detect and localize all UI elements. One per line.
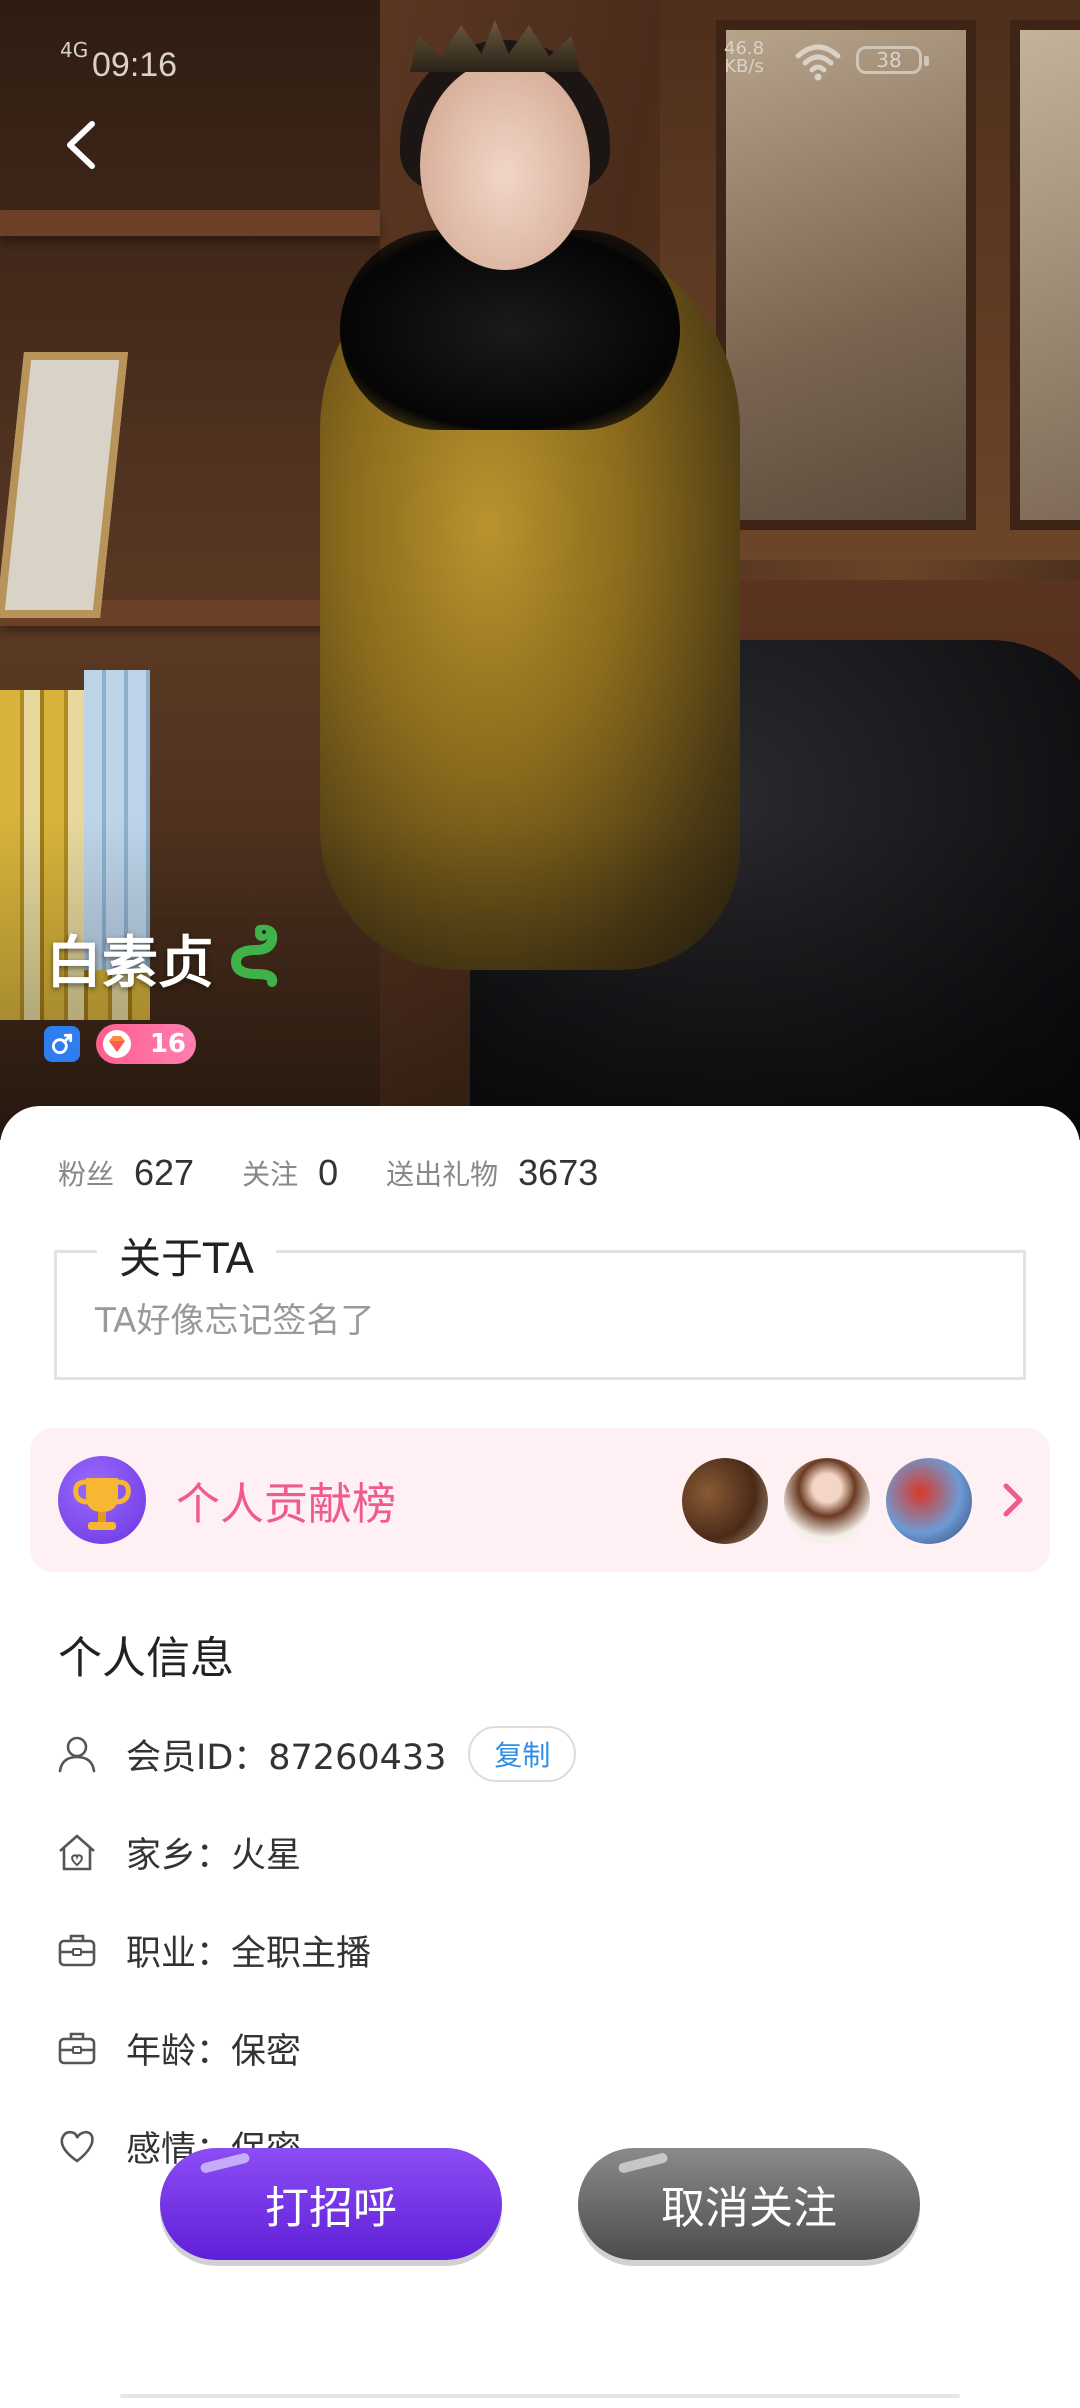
signature-text: TA好像忘记签名了	[95, 1301, 375, 1341]
gifts-sent-label: 送出礼物	[386, 1158, 499, 1191]
profile-stats: 粉丝 627 关注 0 送出礼物 3673	[58, 1148, 646, 1198]
heart-icon	[60, 2130, 94, 2163]
hometown-text: 家乡：火星	[126, 1835, 302, 1876]
job-text: 职业：全职主播	[126, 1933, 372, 1974]
back-arrow-icon[interactable]	[52, 110, 112, 180]
contributor-avatar[interactable]	[682, 1458, 768, 1544]
network-speed: 46.8 KB/s	[724, 40, 764, 76]
member-id-text: 会员ID：87260433	[126, 1737, 447, 1778]
fans-label[interactable]: 粉丝	[58, 1153, 114, 1193]
about-title: 关于TA	[97, 1225, 277, 1286]
greet-button[interactable]: 打招呼	[160, 2148, 502, 2260]
member-id-row: 会员ID：87260433 复制	[56, 1724, 577, 1784]
home-icon	[59, 1834, 95, 1871]
level-badge: 16	[96, 1024, 196, 1064]
status-bar: 4G 09:16 46.8 KB/s 38	[0, 0, 1080, 120]
unfollow-button[interactable]: 取消关注	[578, 2148, 920, 2260]
battery-icon: 38	[856, 46, 929, 74]
briefcase-icon	[58, 2032, 96, 2065]
age-row: 年龄：保密	[56, 2018, 301, 2078]
about-section: 关于TA TA好像忘记签名了	[54, 1225, 1026, 1380]
speed-unit: KB/s	[724, 56, 764, 77]
profile-name: 白素贞	[46, 931, 214, 996]
following-label[interactable]: 关注	[242, 1153, 298, 1193]
chevron-right-icon	[1003, 1483, 1023, 1517]
hometown-row: 家乡：火星	[56, 1822, 301, 1882]
job-row: 职业：全职主播	[56, 1920, 371, 1980]
male-gender-icon	[44, 1026, 80, 1062]
level-value: 16	[149, 1029, 186, 1059]
personal-info-title: 个人信息	[58, 1633, 234, 1684]
briefcase-icon	[58, 1934, 96, 1967]
home-indicator	[120, 2394, 960, 2398]
user-icon	[58, 1736, 96, 1773]
age-text: 年龄：保密	[126, 2031, 302, 2072]
wifi-icon	[795, 44, 841, 81]
contribution-ranking-entry[interactable]: 个人贡献榜	[30, 1428, 1050, 1572]
gifts-sent-count: 3673	[518, 1152, 599, 1193]
trophy-icon	[58, 1456, 146, 1544]
copy-button[interactable]: 复制	[468, 1726, 577, 1782]
ranking-label: 个人贡献榜	[176, 1479, 396, 1530]
following-count[interactable]: 0	[318, 1152, 338, 1194]
fans-count[interactable]: 627	[134, 1152, 194, 1194]
snake-emoji-icon	[230, 924, 278, 987]
network-indicator: 4G	[60, 38, 89, 62]
contributor-avatar[interactable]	[784, 1458, 870, 1544]
diamond-icon	[103, 1030, 131, 1058]
clock: 09:16	[92, 46, 178, 84]
contributor-avatar[interactable]	[886, 1458, 972, 1544]
